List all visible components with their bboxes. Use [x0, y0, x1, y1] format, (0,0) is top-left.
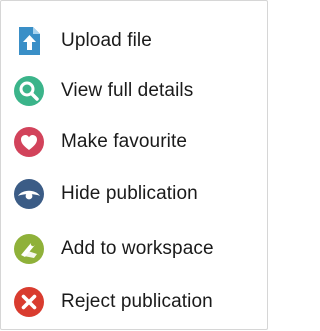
- menu-item-hide-publication[interactable]: Hide publication: [1, 172, 267, 216]
- menu-item-label: View full details: [61, 80, 194, 101]
- heart-icon: [13, 126, 45, 158]
- menu-item-label: Make favourite: [61, 131, 188, 152]
- menu-item-label: Add to workspace: [61, 238, 214, 259]
- menu-item-label: Hide publication: [61, 183, 198, 204]
- menu-item-reject-publication[interactable]: Reject publication: [1, 280, 267, 324]
- close-icon: [13, 286, 45, 318]
- menu-item-make-favourite[interactable]: Make favourite: [1, 120, 267, 164]
- context-menu: Upload file View full details Make favou…: [0, 0, 268, 330]
- workspace-icon: [13, 233, 45, 265]
- menu-item-add-to-workspace[interactable]: Add to workspace: [1, 227, 267, 271]
- menu-item-label: Upload file: [61, 30, 152, 51]
- menu-item-view-full-details[interactable]: View full details: [1, 69, 267, 113]
- upload-file-icon: [13, 25, 45, 57]
- magnifier-icon: [13, 75, 45, 107]
- eye-icon: [13, 178, 45, 210]
- menu-item-upload-file[interactable]: Upload file: [1, 19, 267, 63]
- menu-item-label: Reject publication: [61, 291, 213, 312]
